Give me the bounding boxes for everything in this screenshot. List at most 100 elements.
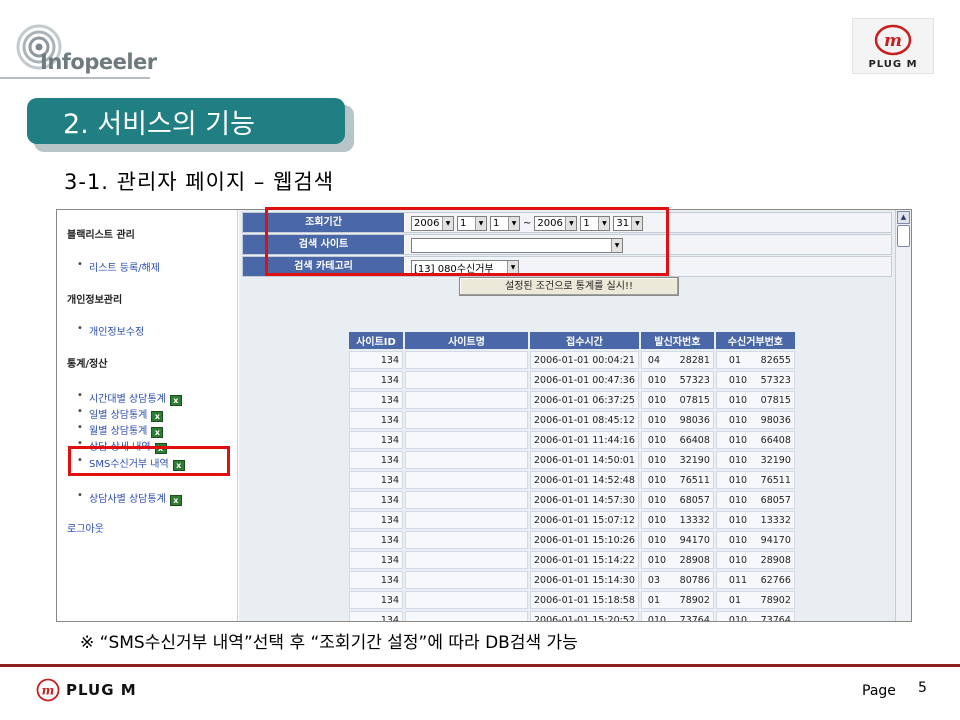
cell-received-time: 2006-01-01 11:44:16 bbox=[530, 431, 639, 449]
sidebar-item-label: 상담사별 상담통계 bbox=[89, 494, 166, 505]
excel-icon[interactable]: x bbox=[169, 395, 182, 406]
table-row[interactable]: 134 2006-01-01 14:52:48 010 76511 010 76511 bbox=[349, 471, 795, 489]
table-row[interactable]: 134 2006-01-01 14:50:01 010 32190 010 32190 bbox=[349, 451, 795, 469]
phone-suffix: 80786 bbox=[679, 574, 710, 586]
cell-site-name bbox=[405, 611, 528, 621]
phone-suffix: 73764 bbox=[760, 614, 791, 622]
phone-suffix: 68057 bbox=[760, 494, 791, 506]
phone-prefix: 010 bbox=[728, 374, 748, 386]
table-row[interactable]: 134 2006-01-01 14:57:30 010 68057 010 68057 bbox=[349, 491, 795, 509]
phone-suffix: 94170 bbox=[760, 534, 791, 546]
cell-reject-number: 010 68057 bbox=[715, 491, 795, 509]
plug-m-mark-icon: m bbox=[874, 24, 912, 56]
phone-suffix: 13332 bbox=[760, 514, 791, 526]
cell-sender-number: 010 68057 bbox=[640, 491, 714, 509]
sidebar-item-label: 일별 상담통계 bbox=[89, 410, 148, 421]
cell-site-id: 134 bbox=[349, 611, 403, 621]
phone-suffix: 57323 bbox=[760, 374, 791, 386]
cell-sender-number: 01 78902 bbox=[640, 591, 714, 609]
table-body: 134 2006-01-01 00:04:21 04 28281 01 82655 134 2… bbox=[349, 351, 795, 622]
page-number: 5 bbox=[918, 680, 927, 696]
sidebar-item-hourly-stats[interactable]: 시간대별 상담통계x bbox=[77, 390, 182, 406]
cell-site-id: 134 bbox=[349, 571, 403, 589]
scroll-thumb[interactable] bbox=[897, 225, 910, 247]
cell-reject-number: 010 32190 bbox=[715, 451, 795, 469]
table-row[interactable]: 134 2006-01-01 15:14:30 03 80786 011 62766 bbox=[349, 571, 795, 589]
phone-suffix: 13332 bbox=[679, 514, 710, 526]
vertical-scrollbar[interactable]: ▲ bbox=[895, 210, 911, 621]
cell-site-name bbox=[405, 551, 528, 569]
sidebar-item-agent-stats[interactable]: 상담사별 상담통계x bbox=[77, 490, 182, 506]
scroll-up-icon[interactable]: ▲ bbox=[897, 211, 910, 224]
cell-reject-number: 011 62766 bbox=[715, 571, 795, 589]
cell-received-time: 2006-01-01 06:37:25 bbox=[530, 391, 639, 409]
phone-prefix: 010 bbox=[647, 434, 667, 446]
cell-site-id: 134 bbox=[349, 551, 403, 569]
col-reject-number[interactable]: 수신거부번호 bbox=[715, 332, 795, 349]
sidebar-item-list-register[interactable]: 리스트 등록/해제 bbox=[77, 259, 160, 274]
phone-suffix: 57323 bbox=[679, 374, 710, 386]
col-site-name[interactable]: 사이트명 bbox=[405, 332, 528, 349]
sidebar-item-daily-stats[interactable]: 일별 상담통계x bbox=[77, 406, 164, 422]
slide-title: 2. 서비스의 기능 bbox=[27, 98, 345, 144]
plug-m-mark-icon: m bbox=[36, 678, 60, 702]
phone-suffix: 76511 bbox=[679, 474, 710, 486]
table-row[interactable]: 134 2006-01-01 15:14:22 010 28908 010 28908 bbox=[349, 551, 795, 569]
col-sender-number[interactable]: 발신자번호 bbox=[640, 332, 714, 349]
table-row[interactable]: 134 2006-01-01 08:45:12 010 98036 010 98036 bbox=[349, 411, 795, 429]
cell-received-time: 2006-01-01 15:14:22 bbox=[530, 551, 639, 569]
highlight-box-filters bbox=[265, 207, 669, 276]
cell-site-id: 134 bbox=[349, 471, 403, 489]
phone-prefix: 010 bbox=[728, 534, 748, 546]
cell-received-time: 2006-01-01 08:45:12 bbox=[530, 411, 639, 429]
table-row[interactable]: 134 2006-01-01 15:10:26 010 94170 010 94170 bbox=[349, 531, 795, 549]
cell-sender-number: 010 98036 bbox=[640, 411, 714, 429]
cell-received-time: 2006-01-01 14:50:01 bbox=[530, 451, 639, 469]
cell-site-id: 134 bbox=[349, 391, 403, 409]
phone-suffix: 78902 bbox=[760, 594, 791, 606]
phone-prefix: 011 bbox=[728, 574, 748, 586]
table-row[interactable]: 134 2006-01-01 15:07:12 010 13332 010 13332 bbox=[349, 511, 795, 529]
table-row[interactable]: 134 2006-01-01 00:04:21 04 28281 01 82655 bbox=[349, 351, 795, 369]
svg-text:m: m bbox=[884, 31, 902, 51]
phone-prefix: 010 bbox=[728, 454, 748, 466]
cell-site-id: 134 bbox=[349, 451, 403, 469]
cell-site-name bbox=[405, 531, 528, 549]
col-site-id[interactable]: 사이트ID bbox=[349, 332, 403, 349]
excel-icon[interactable]: x bbox=[151, 411, 164, 422]
table-row[interactable]: 134 2006-01-01 15:18:58 01 78902 01 78902 bbox=[349, 591, 795, 609]
run-stats-button[interactable]: 설정된 조건으로 통계를 실시!! bbox=[459, 277, 679, 296]
cell-site-name bbox=[405, 511, 528, 529]
logout-link[interactable]: 로그아웃 bbox=[67, 520, 104, 535]
header-divider bbox=[0, 77, 150, 79]
sidebar-heading-personal-info: 개인정보관리 bbox=[67, 295, 123, 306]
phone-suffix: 62766 bbox=[760, 574, 791, 586]
phone-prefix: 010 bbox=[647, 454, 667, 466]
cell-site-id: 134 bbox=[349, 411, 403, 429]
excel-icon[interactable]: x bbox=[151, 427, 164, 438]
col-received-time[interactable]: 접수시간 bbox=[530, 332, 639, 349]
phone-suffix: 94170 bbox=[679, 534, 710, 546]
cell-received-time: 2006-01-01 15:10:26 bbox=[530, 531, 639, 549]
phone-suffix: 73764 bbox=[679, 614, 710, 622]
sidebar-item-monthly-stats[interactable]: 월별 상담통계x bbox=[77, 422, 164, 438]
cell-site-id: 134 bbox=[349, 531, 403, 549]
cell-site-name bbox=[405, 411, 528, 429]
cell-site-name bbox=[405, 491, 528, 509]
cell-reject-number: 010 28908 bbox=[715, 551, 795, 569]
cell-reject-number: 01 78902 bbox=[715, 591, 795, 609]
sidebar-item-edit-info[interactable]: 개인정보수정 bbox=[77, 323, 144, 338]
table-row[interactable]: 134 2006-01-01 11:44:16 010 66408 010 66408 bbox=[349, 431, 795, 449]
excel-icon[interactable]: x bbox=[169, 495, 182, 506]
cell-received-time: 2006-01-01 15:20:52 bbox=[530, 611, 639, 621]
cell-sender-number: 010 07815 bbox=[640, 391, 714, 409]
table-row[interactable]: 134 2006-01-01 15:20:52 010 73764 010 73764 bbox=[349, 611, 795, 622]
sidebar-heading-blacklist: 블랙리스트 관리 bbox=[67, 230, 135, 241]
footer-logo: m PLUG M bbox=[36, 678, 137, 702]
cell-reject-number: 010 76511 bbox=[715, 471, 795, 489]
cell-sender-number: 010 28908 bbox=[640, 551, 714, 569]
phone-suffix: 98036 bbox=[760, 414, 791, 426]
phone-prefix: 010 bbox=[728, 554, 748, 566]
table-row[interactable]: 134 2006-01-01 00:47:36 010 57323 010 57323 bbox=[349, 371, 795, 389]
table-row[interactable]: 134 2006-01-01 06:37:25 010 07815 010 07815 bbox=[349, 391, 795, 409]
